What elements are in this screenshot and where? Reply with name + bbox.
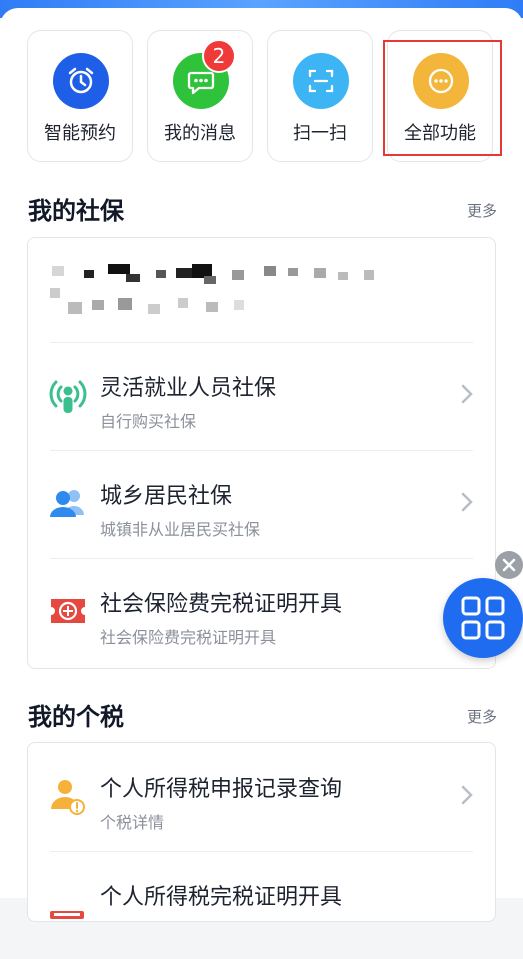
person-signal-icon [48, 374, 88, 416]
section-title-personal-tax: 我的个税 [28, 703, 124, 731]
list-item-tax-payment-certificate[interactable]: 个人所得税完税证明开具 [28, 851, 495, 959]
scan-icon [293, 53, 349, 109]
blurred-account-info [28, 238, 495, 342]
quick-action-label: 智能预约 [44, 123, 116, 144]
list-item-insurance-tax-certificate[interactable]: 社会保险费完税证明开具 社会保险费完税证明开具 [28, 558, 495, 666]
item-title: 灵活就业人员社保 [100, 376, 277, 401]
close-icon [502, 558, 516, 572]
grid-icon [461, 596, 505, 640]
item-title: 个人所得税完税证明开具 [100, 885, 343, 910]
item-subtitle: 个税详情 [100, 813, 165, 832]
si-ticket-icon [48, 590, 88, 632]
chevron-right-icon [461, 785, 473, 805]
quick-action-scan[interactable]: 扫一扫 [267, 30, 373, 162]
quick-action-my-messages[interactable]: 2 我的消息 [147, 30, 253, 162]
list-item-tax-filing-records[interactable]: 个人所得税申报记录查询 个税详情 [28, 743, 495, 851]
item-subtitle: 自行购买社保 [100, 412, 197, 431]
item-title: 社会保险费完税证明开具 [100, 592, 343, 617]
section-title-social-security: 我的社保 [28, 197, 124, 225]
receipt-icon [48, 883, 88, 925]
list-item-urban-rural-residents[interactable]: 城乡居民社保 城镇非从业居民买社保 [28, 450, 495, 558]
quick-action-label: 我的消息 [164, 123, 236, 144]
more-link-social-security[interactable]: 更多 [467, 200, 497, 221]
item-title: 城乡居民社保 [100, 484, 233, 509]
chevron-right-icon [461, 384, 473, 404]
item-title: 个人所得税申报记录查询 [100, 777, 343, 802]
quick-action-smart-appointment[interactable]: 智能预约 [27, 30, 133, 162]
person-alert-icon [48, 775, 88, 817]
highlight-box [383, 40, 502, 156]
unread-badge: 2 [202, 39, 236, 73]
alarm-clock-icon [53, 53, 109, 109]
quick-action-label: 扫一扫 [293, 123, 347, 144]
personal-tax-panel: 个人所得税申报记录查询 个税详情 个人所得税完税证明开具 [27, 742, 496, 922]
users-icon [48, 482, 88, 524]
more-link-personal-tax[interactable]: 更多 [467, 706, 497, 727]
social-security-panel: 灵活就业人员社保 自行购买社保 城乡居民社保 城镇非从业居民买社保 社会保险费完… [27, 237, 496, 669]
chevron-right-icon [461, 492, 473, 512]
close-floating-button[interactable] [495, 551, 523, 579]
list-item-flexible-employment[interactable]: 灵活就业人员社保 自行购买社保 [28, 342, 495, 450]
item-subtitle: 城镇非从业居民买社保 [100, 520, 261, 539]
item-subtitle: 社会保险费完税证明开具 [100, 628, 277, 647]
floating-menu-button[interactable] [443, 578, 523, 658]
